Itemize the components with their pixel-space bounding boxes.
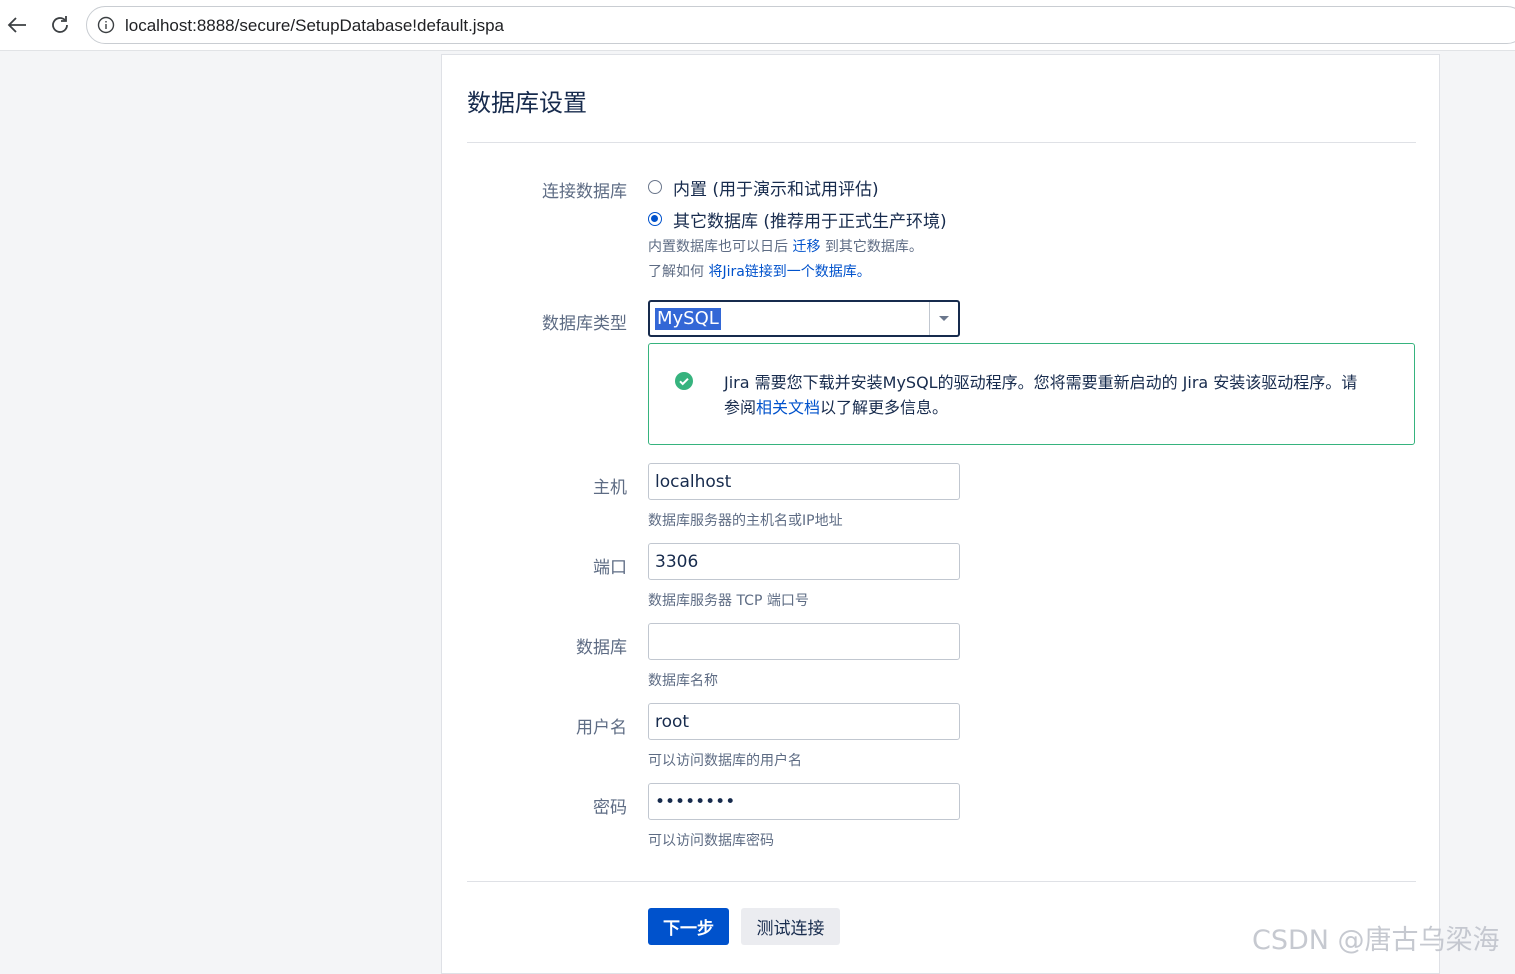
reload-icon[interactable] bbox=[47, 12, 73, 38]
port-help: 数据库服务器 TCP 端口号 bbox=[648, 593, 809, 609]
driver-notice: Jira 需要您下载并安装MySQL的驱动程序。您将需要重新启动的 Jira 安… bbox=[648, 343, 1415, 445]
database-help: 数据库名称 bbox=[648, 673, 718, 689]
password-help: 可以访问数据库密码 bbox=[648, 833, 774, 849]
docs-link[interactable]: 相关文档 bbox=[756, 398, 820, 417]
connect-help: 了解如何 将Jira链接到一个数据库。 bbox=[648, 261, 871, 281]
port-input[interactable] bbox=[648, 543, 960, 580]
watermark: CSDN @唐古乌梁海 bbox=[1252, 925, 1500, 956]
username-label: 用户名 bbox=[576, 718, 627, 738]
radio-builtin-label[interactable]: 内置 (用于演示和试用评估) bbox=[673, 175, 879, 200]
next-button[interactable]: 下一步 bbox=[648, 908, 729, 945]
radio-builtin[interactable]: 内置 (用于演示和试用评估) bbox=[648, 175, 879, 200]
info-icon[interactable] bbox=[97, 16, 115, 34]
password-label: 密码 bbox=[593, 798, 627, 818]
db-type-value[interactable]: MySQL bbox=[655, 308, 721, 330]
divider bbox=[467, 142, 1416, 143]
connect-help-prefix: 了解如何 bbox=[648, 264, 704, 280]
database-label: 数据库 bbox=[576, 638, 627, 658]
database-input[interactable] bbox=[648, 623, 960, 660]
check-circle-icon bbox=[675, 372, 693, 390]
radio-other-button[interactable] bbox=[648, 212, 662, 226]
db-type-label: 数据库类型 bbox=[542, 314, 627, 334]
notice-text-suffix: 以了解更多信息。 bbox=[820, 398, 949, 417]
setup-card: 数据库设置 连接数据库 内置 (用于演示和试用评估) 其它数据库 (推荐用于正式… bbox=[441, 54, 1440, 974]
radio-builtin-button[interactable] bbox=[648, 180, 662, 194]
url-text[interactable]: localhost:8888/secure/SetupDatabase!defa… bbox=[125, 16, 504, 36]
host-label: 主机 bbox=[593, 478, 627, 498]
connect-db-link[interactable]: 将Jira链接到一个数据库。 bbox=[708, 264, 870, 280]
back-icon[interactable] bbox=[4, 12, 30, 38]
username-help: 可以访问数据库的用户名 bbox=[648, 753, 802, 769]
page-title: 数据库设置 bbox=[467, 89, 587, 117]
address-bar[interactable]: localhost:8888/secure/SetupDatabase!defa… bbox=[86, 6, 1515, 44]
browser-toolbar: localhost:8888/secure/SetupDatabase!defa… bbox=[0, 0, 1515, 51]
radio-other[interactable]: 其它数据库 (推荐用于正式生产环境) bbox=[648, 207, 947, 232]
password-input[interactable] bbox=[648, 783, 960, 820]
divider bbox=[467, 881, 1416, 882]
db-type-select[interactable]: MySQL bbox=[648, 300, 960, 337]
radio-other-label[interactable]: 其它数据库 (推荐用于正式生产环境) bbox=[673, 207, 947, 232]
host-input[interactable] bbox=[648, 463, 960, 500]
migrate-link[interactable]: 迁移 bbox=[792, 239, 820, 255]
connection-label: 连接数据库 bbox=[542, 182, 627, 202]
host-help: 数据库服务器的主机名或IP地址 bbox=[648, 513, 843, 529]
test-connection-button[interactable]: 测试连接 bbox=[741, 908, 840, 945]
notice-text: Jira 需要您下载并安装MySQL的驱动程序。您将需要重新启动的 Jira 安… bbox=[724, 370, 1364, 420]
migrate-help: 内置数据库也可以日后 迁移 到其它数据库。 bbox=[648, 236, 923, 256]
username-input[interactable] bbox=[648, 703, 960, 740]
port-label: 端口 bbox=[593, 558, 627, 578]
migrate-help-prefix: 内置数据库也可以日后 bbox=[648, 239, 788, 255]
migrate-help-suffix: 到其它数据库。 bbox=[824, 239, 923, 255]
chevron-down-icon[interactable] bbox=[929, 302, 958, 335]
